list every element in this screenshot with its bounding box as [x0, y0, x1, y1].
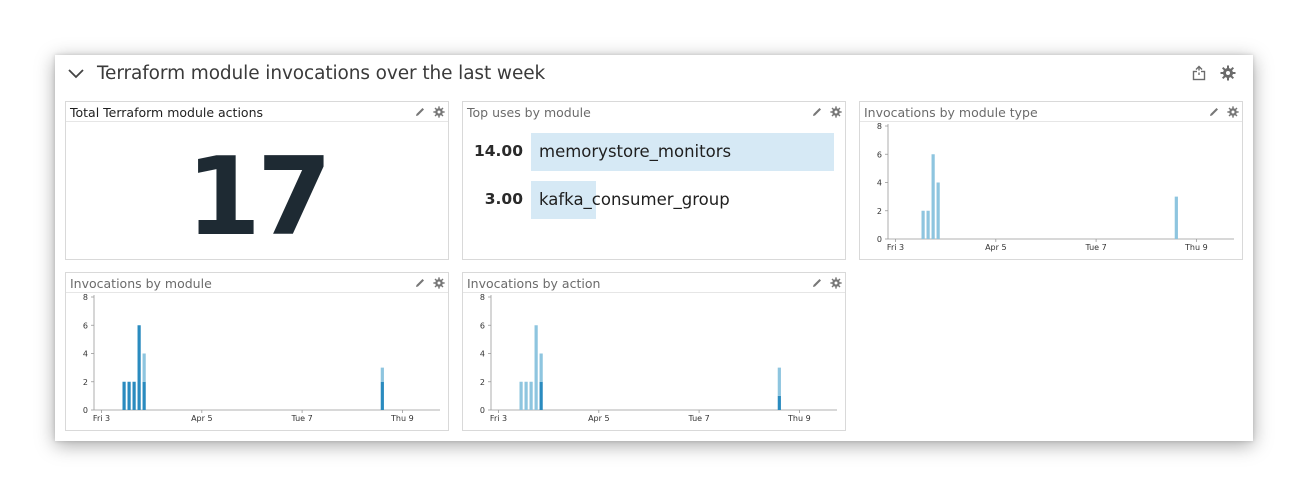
widget-divider [66, 121, 448, 122]
bar[interactable] [1174, 196, 1178, 239]
toplist-label: memorystore_monitors [539, 142, 732, 161]
y-tick-label: 6 [877, 150, 882, 159]
y-tick-label: 2 [480, 378, 485, 387]
share-icon[interactable] [1191, 65, 1207, 81]
widget-by-module: Invocations by module 0 2 4 6 8 Fri 3 Apr 5 Tue… [65, 272, 449, 431]
bar[interactable] [127, 381, 131, 410]
y-tick-label: 4 [83, 350, 88, 359]
bar[interactable] [380, 367, 384, 382]
toplist-value: 14.00 [473, 142, 523, 160]
y-tick-label: 4 [877, 179, 882, 188]
bar[interactable] [936, 182, 940, 240]
pencil-icon[interactable] [414, 106, 426, 118]
dashboard-group: Terraform module invocations over the la… [55, 55, 1253, 441]
bar[interactable] [539, 381, 543, 410]
bar[interactable] [132, 381, 136, 410]
x-tick-label: Fri 3 [490, 414, 507, 423]
widget-by-module-type: Invocations by module type 0 2 4 6 8 Fri 3 Apr… [859, 101, 1243, 260]
x-tick-label: Apr 5 [191, 414, 212, 423]
y-tick-label: 8 [877, 122, 882, 131]
bar[interactable] [926, 210, 930, 239]
bar[interactable] [142, 381, 146, 410]
x-tick-label: Fri 3 [93, 414, 110, 423]
gear-icon[interactable] [830, 106, 842, 118]
y-tick-label: 0 [877, 235, 882, 244]
group-title: Terraform module invocations over the la… [97, 63, 546, 84]
y-tick-label: 0 [83, 406, 88, 415]
x-tick-label: Tue 7 [290, 414, 312, 423]
x-tick-label: Apr 5 [588, 414, 609, 423]
toplist-row[interactable]: 3.00 kafka_consumer_group [463, 181, 845, 219]
x-tick-label: Thu 9 [390, 414, 414, 423]
y-tick-label: 6 [480, 321, 485, 330]
widget-title: Top uses by module [467, 105, 591, 120]
toplist-value: 3.00 [484, 190, 523, 208]
y-tick-label: 6 [83, 321, 88, 330]
timeseries-chart[interactable]: 0 2 4 6 8 Fri 3 Apr 5 Tue 7 Thu 9 [463, 273, 847, 432]
chevron-down-icon[interactable] [67, 67, 85, 81]
bar[interactable] [529, 381, 533, 410]
y-tick-label: 8 [480, 293, 485, 302]
gear-icon[interactable] [1220, 65, 1236, 81]
bar[interactable] [524, 381, 528, 410]
widget-divider [463, 121, 845, 122]
bar[interactable] [519, 381, 523, 410]
pencil-icon[interactable] [811, 106, 823, 118]
toplist-label: kafka_consumer_group [539, 190, 730, 209]
bar[interactable] [539, 353, 543, 382]
toplist-row[interactable]: 14.00 memorystore_monitors [463, 133, 845, 171]
bar[interactable] [122, 381, 126, 410]
group-header: Terraform module invocations over the la… [55, 55, 1253, 95]
bar[interactable] [137, 325, 141, 410]
gear-icon[interactable] [433, 106, 445, 118]
timeseries-chart[interactable]: 0 2 4 6 8 Fri 3 Apr 5 Tue 7 Thu 9 [860, 102, 1244, 261]
bar[interactable] [921, 210, 925, 239]
y-tick-label: 4 [480, 350, 485, 359]
bar[interactable] [534, 325, 538, 410]
widget-title: Total Terraform module actions [70, 105, 264, 120]
x-tick-label: Apr 5 [985, 243, 1006, 252]
bar[interactable] [777, 367, 781, 396]
big-number-value: 17 [185, 135, 332, 260]
timeseries-chart[interactable]: 0 2 4 6 8 Fri 3 Apr 5 Tue 7 Thu 9 [66, 273, 450, 432]
x-tick-label: Thu 9 [787, 414, 811, 423]
y-tick-label: 0 [480, 406, 485, 415]
widget-total-actions: Total Terraform module actions 17 [65, 101, 449, 260]
widget-top-uses: Top uses by module 14.00 memorystore_mon… [462, 101, 846, 260]
y-tick-label: 2 [83, 378, 88, 387]
x-tick-label: Tue 7 [1084, 243, 1106, 252]
bar[interactable] [777, 395, 781, 410]
widget-by-action: Invocations by action 0 2 4 6 8 Fri 3 Apr 5 Tue… [462, 272, 846, 431]
y-tick-label: 8 [83, 293, 88, 302]
bar[interactable] [380, 381, 384, 410]
x-tick-label: Thu 9 [1184, 243, 1208, 252]
x-tick-label: Tue 7 [687, 414, 709, 423]
bar[interactable] [142, 353, 146, 382]
x-tick-label: Fri 3 [887, 243, 904, 252]
bar[interactable] [931, 154, 935, 239]
y-tick-label: 2 [877, 207, 882, 216]
